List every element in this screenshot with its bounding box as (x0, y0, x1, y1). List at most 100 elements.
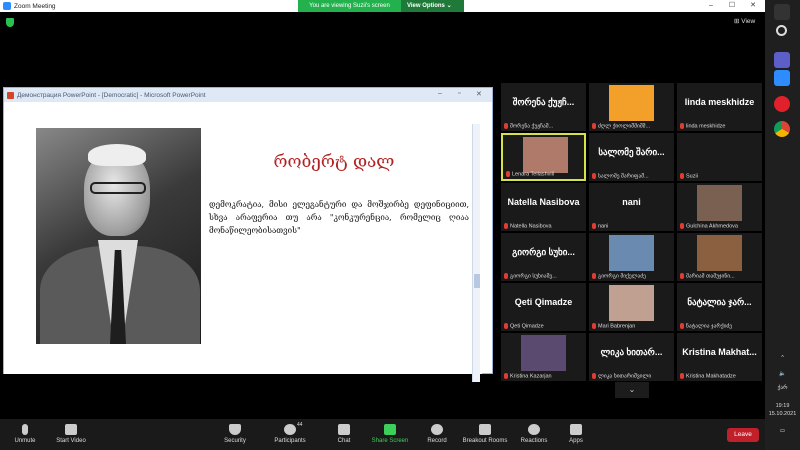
muted-mic-icon (504, 122, 508, 129)
muted-mic-icon (504, 222, 508, 229)
participant-tile[interactable]: ნატალია ჯარ... ნატალია ჯარქიძე (677, 283, 762, 331)
participant-tile[interactable]: მარიამ თამუჯინი... (677, 233, 762, 281)
participant-name-label: Natella Nasibova (504, 222, 584, 229)
security-button[interactable]: Security (220, 424, 250, 444)
leave-button[interactable]: Leave (727, 428, 759, 442)
participant-name-text: მარიამ თამუჯინი... (686, 273, 735, 279)
muted-mic-icon (592, 122, 596, 129)
keyboard-language[interactable]: ქარ (765, 385, 800, 391)
participant-tile[interactable]: გიორგი სუხი... გიორგი სუხიაშვ... (501, 233, 586, 281)
participant-video (697, 185, 742, 221)
record-button[interactable]: Record (424, 424, 450, 444)
participant-name-text: Suzii (686, 173, 698, 179)
participant-name-text: ძღლ ქიოლიშმიშმ... (598, 123, 651, 129)
participant-display-name: გიორგი სუხი... (512, 247, 575, 257)
participants-icon (284, 424, 296, 435)
view-options-button[interactable]: View Options ⌄ (401, 0, 464, 12)
clock-time[interactable]: 19:19 (765, 403, 800, 409)
share-screen-button[interactable]: Share Screen (370, 424, 410, 444)
participant-tile[interactable]: Kristina Kazarjan (501, 333, 586, 381)
participant-tile[interactable]: Qeti Qimadze Qeti Qimadze (501, 283, 586, 331)
participant-tile[interactable]: nani nani (589, 183, 674, 231)
participant-display-name: სალომე შარი... (598, 147, 665, 157)
muted-mic-icon (680, 272, 684, 279)
zoom-taskbar-icon[interactable] (774, 70, 790, 86)
participant-name-label: Qeti Qimadze (504, 322, 584, 329)
clock-date[interactable]: 15.10.2021 (765, 411, 800, 417)
breakout-rooms-button[interactable]: Breakout Rooms (460, 424, 510, 444)
participant-display-name: ნატალია ჯარ... (687, 297, 752, 307)
chrome-icon[interactable] (774, 121, 790, 137)
participant-name-label: გიორგი სუხიაშვ... (504, 272, 584, 279)
muted-mic-icon (680, 222, 684, 229)
participant-name-label: Lenara Tellashvili (506, 170, 584, 177)
participant-video (609, 285, 654, 321)
powerpoint-title-bar: Демонстрация PowerPoint - [Democratic] -… (4, 88, 492, 102)
participant-name-label: ნატალია ჯარქიძე (680, 322, 760, 329)
muted-mic-icon (504, 272, 508, 279)
minimize-button[interactable]: – (701, 0, 721, 12)
participant-tile[interactable]: Lenara Tellashvili (501, 133, 586, 181)
participant-name-label: გიორგი მიქელაძე (592, 272, 672, 279)
windows-taskbar: ^ 🔈 ქარ 19:19 15.10.2021 ▭ (765, 0, 800, 450)
viewing-label: You are viewing Suzii's screen (298, 0, 401, 12)
muted-mic-icon (506, 170, 510, 177)
participant-tile[interactable]: Suzii (677, 133, 762, 181)
participant-video (521, 335, 566, 371)
unmute-button[interactable]: Unmute (10, 424, 40, 444)
participant-display-name: nani (622, 197, 641, 207)
start-video-button[interactable]: Start Video (53, 424, 89, 444)
participant-name-text: Kristina Kazarjan (510, 373, 552, 379)
participant-tile[interactable]: სალომე შარი... სალომე შარიფაშ... (589, 133, 674, 181)
participants-button[interactable]: 44 Participants (272, 422, 308, 444)
maximize-button[interactable]: ☐ (722, 0, 742, 12)
teams-icon[interactable] (774, 52, 790, 68)
muted-mic-icon (592, 372, 596, 379)
participant-tile[interactable]: ძღლ ქიოლიშმიშმ... (589, 83, 674, 131)
muted-mic-icon (504, 372, 508, 379)
security-label: Security (224, 438, 246, 444)
breakout-rooms-label: Breakout Rooms (462, 438, 508, 444)
windows-start-icon[interactable] (774, 4, 790, 20)
ppt-close-icon: ✕ (476, 91, 482, 98)
participant-video (697, 235, 742, 271)
view-button[interactable]: ⊞ View (734, 17, 755, 25)
participant-tile[interactable]: Natella Nasibova Natella Nasibova (501, 183, 586, 231)
share-screen-label: Share Screen (371, 438, 409, 444)
gallery-next-page-button[interactable]: ⌄ (615, 382, 649, 398)
speaker-icon[interactable]: 🔈 (765, 371, 800, 377)
participant-tile[interactable]: Kristina Makhat... Kristina Makhatadze (677, 333, 762, 381)
encryption-shield-icon[interactable] (6, 18, 14, 27)
zoom-window: Zoom Meeting – ☐ ✕ You are viewing Suzii… (0, 0, 800, 450)
participants-count: 44 (297, 422, 303, 428)
close-button[interactable]: ✕ (743, 0, 763, 12)
search-icon[interactable] (776, 25, 787, 36)
participant-tile[interactable]: შორენა ქუჟჩ... შორენა ქუჟჩაშ... (501, 83, 586, 131)
muted-mic-icon (680, 172, 684, 179)
apps-grid-icon (570, 424, 582, 435)
participant-name-text: გიორგი მიქელაძე (598, 273, 646, 279)
participant-tile[interactable]: Mari Babrenjan (589, 283, 674, 331)
opera-icon[interactable] (774, 96, 790, 112)
participant-tile[interactable]: linda meskhidze linda meskhidze (677, 83, 762, 131)
tray-chevron-icon[interactable]: ^ (765, 355, 800, 361)
participant-name-label: Kristina Kazarjan (504, 372, 584, 379)
apps-button[interactable]: Apps (565, 424, 587, 444)
participant-display-name: შორენა ქუჟჩ... (512, 97, 575, 107)
participant-tile[interactable]: გიორგი მიქელაძე (589, 233, 674, 281)
participant-tile[interactable]: ლიკა ხითარ... ლიკა ხითარიშვილი (589, 333, 674, 381)
participant-video (523, 137, 568, 173)
record-label: Record (427, 438, 447, 444)
muted-mic-icon (680, 322, 684, 329)
powerpoint-icon (7, 91, 14, 99)
window-title: Zoom Meeting (14, 2, 56, 10)
participant-tile[interactable]: Gulchina Akhmedova (677, 183, 762, 231)
chat-button[interactable]: Chat (332, 424, 356, 444)
reactions-button[interactable]: Reactions (518, 424, 550, 444)
participant-display-name: Natella Nasibova (507, 197, 580, 207)
apps-label: Apps (569, 438, 583, 444)
participant-name-text: ნატალია ჯარქიძე (686, 323, 733, 329)
muted-mic-icon (504, 322, 508, 329)
slide-title: რობერტ დალ (273, 152, 395, 172)
notifications-icon[interactable]: ▭ (765, 428, 800, 434)
